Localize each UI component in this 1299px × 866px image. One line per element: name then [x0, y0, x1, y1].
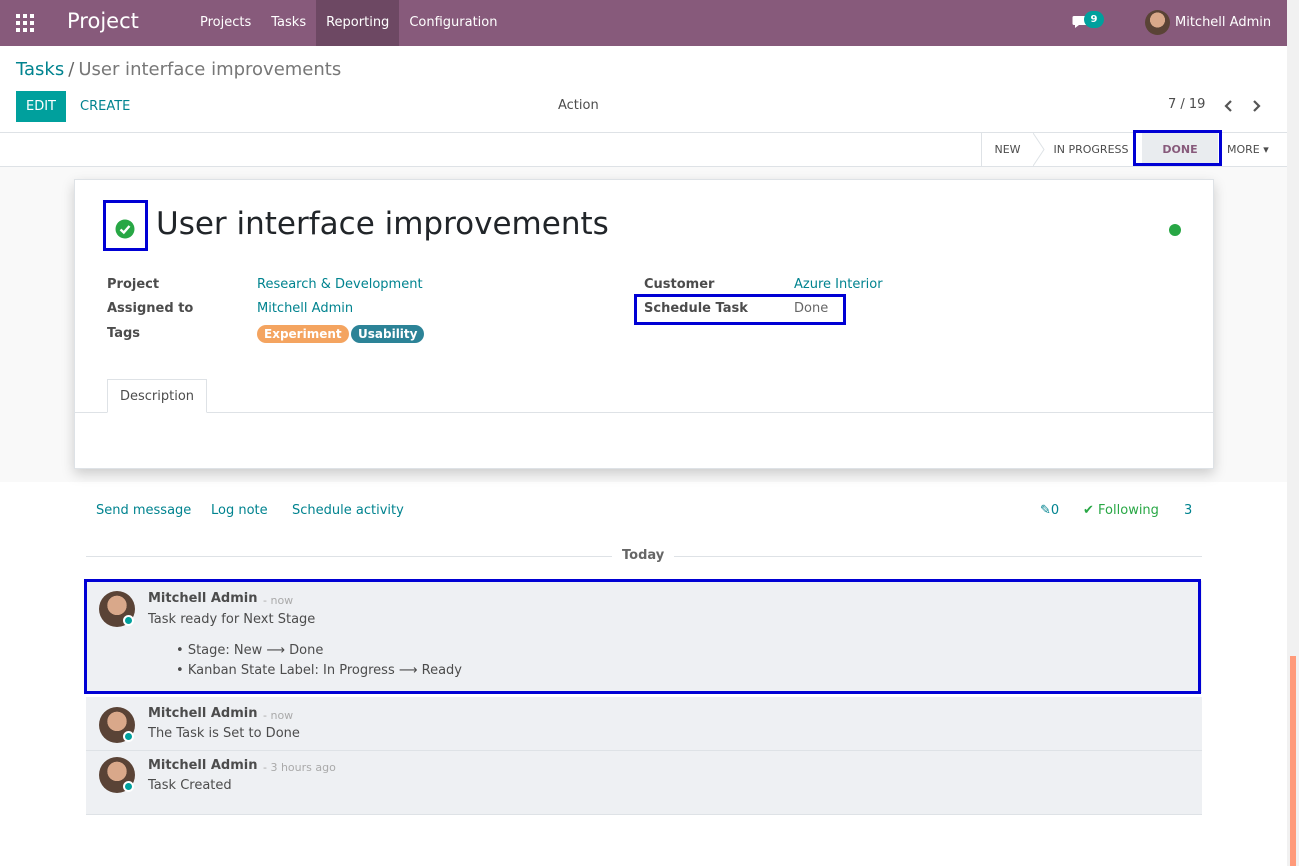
message-body: The Task is Set to Done — [148, 726, 300, 741]
message-author[interactable]: Mitchell Admin — [148, 758, 257, 773]
assigned-to-link[interactable]: Mitchell Admin — [257, 301, 353, 316]
apps-menu-icon[interactable] — [16, 14, 34, 32]
check-icon: ✔ — [1083, 503, 1094, 518]
message-date: - now — [263, 709, 294, 722]
task-title: User interface improvements — [156, 206, 609, 242]
project-label: Project — [107, 277, 160, 292]
assigned-to-label: Assigned to — [107, 301, 194, 316]
online-status-icon — [123, 781, 134, 792]
create-button[interactable]: CREATE — [80, 91, 130, 122]
edit-button[interactable]: EDIT — [16, 91, 66, 122]
user-menu-name[interactable]: Mitchell Admin — [1175, 15, 1271, 30]
menu-tasks[interactable]: Tasks — [261, 0, 316, 46]
schedule-activity-button[interactable]: Schedule activity — [292, 503, 404, 518]
tab-description[interactable]: Description — [107, 379, 207, 413]
stage-new-button[interactable]: NEW — [981, 133, 1033, 166]
main-menu: Projects Tasks Reporting Configuration — [190, 0, 507, 46]
online-status-icon — [123, 731, 134, 742]
highlight-box — [84, 579, 1201, 694]
customer-link[interactable]: Azure Interior — [794, 277, 883, 292]
pager-previous-icon[interactable] — [1224, 99, 1234, 113]
tag-usability: Usability — [351, 325, 425, 343]
stage-separator-icon — [1033, 133, 1045, 166]
breadcrumb: Tasks / User interface improvements — [16, 59, 341, 80]
messages-count-badge: 9 — [1084, 11, 1104, 28]
customer-label: Customer — [644, 277, 715, 292]
message-author[interactable]: Mitchell Admin — [148, 706, 257, 721]
stage-in-progress-button[interactable]: IN PROGRESS — [1046, 133, 1136, 166]
breadcrumb-separator: / — [68, 59, 75, 80]
date-separator-label: Today — [612, 548, 675, 563]
action-dropdown[interactable]: Action — [558, 98, 599, 113]
project-link[interactable]: Research & Development — [257, 277, 423, 292]
message-body: Task Created — [148, 778, 232, 793]
chatter-message: Mitchell Admin - now The Task is Set to … — [86, 697, 1202, 751]
message-date: - 3 hours ago — [263, 761, 336, 774]
kanban-state-indicator[interactable] — [1169, 224, 1181, 236]
menu-reporting[interactable]: Reporting — [316, 0, 400, 46]
app-brand[interactable]: Project — [67, 9, 139, 33]
tags-label: Tags — [107, 326, 141, 341]
menu-configuration[interactable]: Configuration — [399, 0, 507, 46]
stage-more-dropdown[interactable]: MORE ▾ — [1227, 133, 1277, 166]
attachments-button[interactable]: ✎0 — [1040, 503, 1059, 518]
send-message-button[interactable]: Send message — [96, 503, 191, 518]
stage-more-label: MORE — [1227, 143, 1260, 156]
tag-experiment: Experiment — [257, 325, 349, 343]
highlight-box — [1133, 130, 1222, 166]
pager-next-icon[interactable] — [1251, 99, 1261, 113]
highlight-box — [103, 200, 148, 251]
chatter-message: Mitchell Admin - 3 hours ago Task Create… — [86, 751, 1202, 815]
scrollbar-thumb[interactable] — [1290, 656, 1296, 866]
breadcrumb-current: User interface improvements — [78, 59, 342, 80]
pager-value[interactable]: 7 / 19 — [1168, 97, 1205, 112]
stage-statusbar: NEW IN PROGRESS DONE MORE ▾ — [0, 132, 1287, 167]
following-label: Following — [1098, 503, 1159, 518]
breadcrumb-tasks-link[interactable]: Tasks — [16, 59, 64, 80]
tabs-divider — [75, 412, 1213, 413]
log-note-button[interactable]: Log note — [211, 503, 268, 518]
paperclip-icon: ✎ — [1040, 503, 1051, 518]
user-avatar[interactable] — [1145, 10, 1170, 35]
menu-projects[interactable]: Projects — [190, 0, 261, 46]
top-navbar: Project Projects Tasks Reporting Configu… — [0, 0, 1287, 46]
following-button[interactable]: ✔ Following — [1083, 503, 1159, 518]
highlight-box — [634, 294, 846, 325]
attachments-count: 0 — [1050, 503, 1060, 518]
followers-count-button[interactable]: 3 — [1184, 503, 1192, 518]
